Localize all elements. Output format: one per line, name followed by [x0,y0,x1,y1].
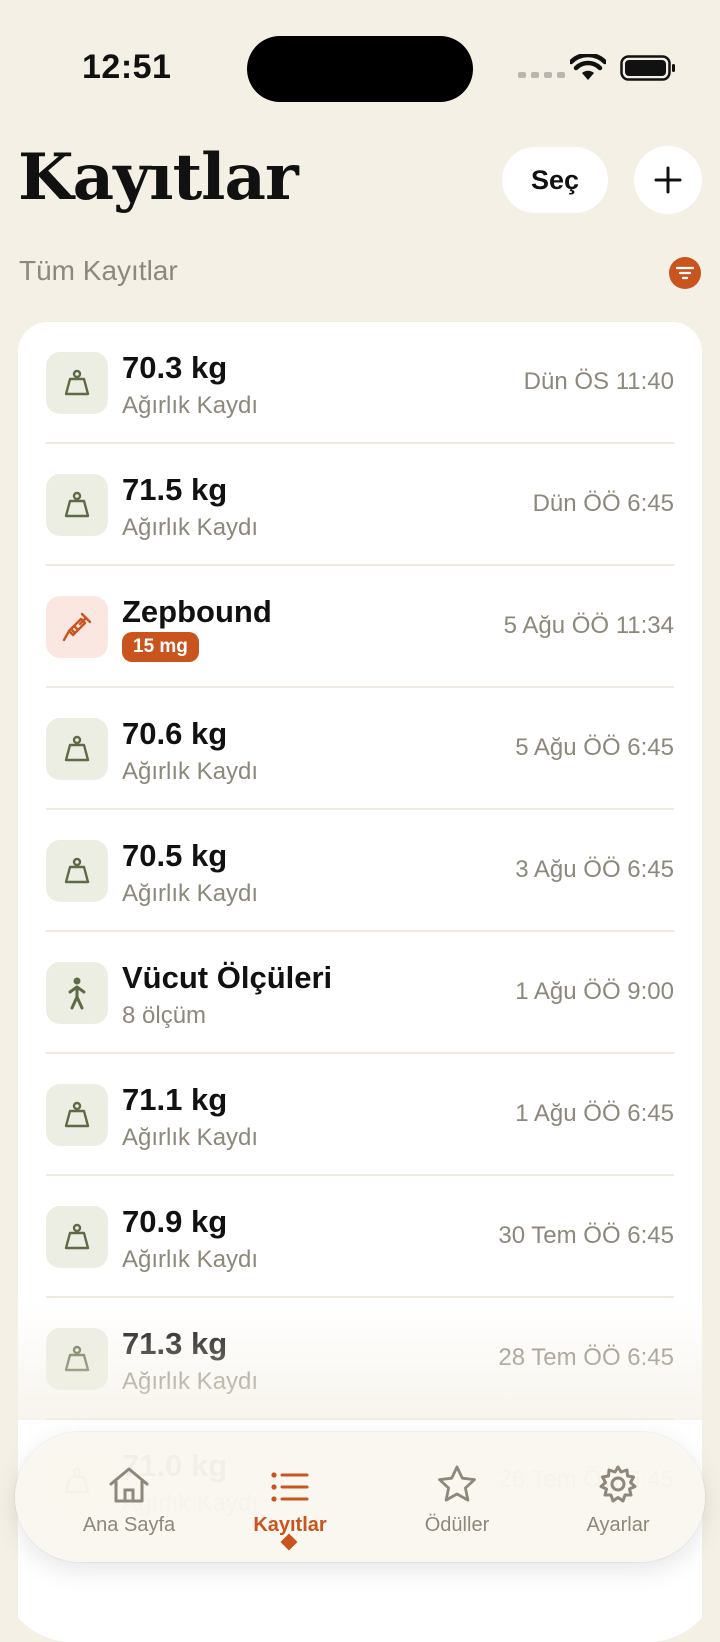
plus-icon [654,166,682,194]
list-item[interactable]: Zepbound 15 mg 5 Ağu ÖÖ 11:34 [46,566,674,688]
filter-icon [676,266,694,280]
tab-rewards[interactable]: Ödüller [382,1462,532,1537]
entry-timestamp: 30 Tem ÖÖ 6:45 [498,1222,674,1249]
entry-title: Zepbound [122,594,272,629]
list-item[interactable]: 70.5 kg Ağırlık Kaydı 3 Ağu ÖÖ 6:45 [46,810,674,932]
list-item[interactable]: 71.1 kg Ağırlık Kaydı 1 Ağu ÖÖ 6:45 [46,1054,674,1176]
battery-icon [620,55,675,81]
person-icon [68,977,86,1010]
status-time: 12:51 [82,48,172,86]
tab-home[interactable]: Ana Sayfa [54,1462,204,1537]
entry-subtitle: Ağırlık Kaydı [122,1246,259,1273]
entry-type-icon [46,962,108,1024]
list-item[interactable]: 71.5 kg Ağırlık Kaydı Dün ÖÖ 6:45 [46,444,674,566]
tab-label: Ödüller [424,1514,490,1536]
entry-title: 70.6 kg [122,716,228,751]
select-button[interactable]: Seç [502,147,608,213]
entry-timestamp: 5 Ağu ÖÖ 6:45 [515,734,674,761]
tab-bar: Ana Sayfa Kayıtlar Ödüller Ayarlar [15,1432,705,1562]
cellular-signal-icon [518,72,565,78]
scale-icon [64,857,90,884]
entry-timestamp: Dün ÖÖ 6:45 [532,490,674,517]
list-item[interactable]: 70.6 kg Ağırlık Kaydı 5 Ağu ÖÖ 6:45 [46,688,674,810]
entry-timestamp: 1 Ağu ÖÖ 6:45 [515,1100,674,1127]
entry-title: 71.1 kg [122,1082,228,1117]
entry-subtitle: Ağırlık Kaydı [122,514,259,541]
entry-title: 70.9 kg [122,1204,228,1239]
filter-button[interactable] [669,257,701,289]
house-icon [109,1467,149,1503]
star-icon [438,1465,476,1502]
list-item[interactable]: 70.9 kg Ağırlık Kaydı 30 Tem ÖÖ 6:45 [46,1176,674,1298]
gear-icon [599,1465,637,1503]
entry-type-icon [46,840,108,902]
add-entry-button[interactable] [634,146,702,214]
entry-timestamp: 1 Ağu ÖÖ 9:00 [515,978,674,1005]
tab-label: Ayarlar [586,1514,650,1536]
entry-subtitle: Ağırlık Kaydı [122,880,259,907]
entry-type-icon [46,718,108,780]
scale-icon [64,369,90,396]
entry-type-icon [46,596,108,658]
entry-title: 71.5 kg [122,472,228,507]
list-icon [271,1472,309,1502]
scale-icon [64,491,90,518]
page-title: Kayıtlar [18,140,299,215]
entry-type-icon [46,352,108,414]
syringe-icon [62,612,92,642]
entry-subtitle: Ağırlık Kaydı [122,1124,259,1151]
entry-title: 70.5 kg [122,838,228,873]
entry-timestamp: 3 Ağu ÖÖ 6:45 [515,856,674,883]
entry-subtitle: 8 ölçüm [122,1002,207,1029]
entry-timestamp: 5 Ağu ÖÖ 11:34 [503,612,674,639]
entry-subtitle: Ağırlık Kaydı [122,758,259,785]
entry-timestamp: Dün ÖS 11:40 [523,368,674,395]
tab-records[interactable]: Kayıtlar [215,1462,365,1537]
dose-badge: 15 mg [122,632,199,662]
entry-title: Vücut Ölçüleri [122,960,333,995]
dynamic-island [247,36,473,102]
entry-type-icon [46,1084,108,1146]
entry-type-icon [46,1206,108,1268]
list-fade [0,1300,720,1420]
scale-icon [64,1223,90,1250]
entry-subtitle: Ağırlık Kaydı [122,392,259,419]
tab-label: Ana Sayfa [82,1514,176,1536]
screen: 12:51 Kayıtlar Seç Tüm Kayıtlar 70.3 kg A… [0,0,720,1642]
scale-icon [64,1101,90,1128]
tab-settings[interactable]: Ayarlar [543,1462,693,1537]
entry-title: 70.3 kg [122,350,228,385]
wifi-icon [570,54,606,80]
filter-label: Tüm Kayıtlar [19,255,178,286]
entry-type-icon [46,474,108,536]
scale-icon [64,735,90,762]
list-item[interactable]: 70.3 kg Ağırlık Kaydı Dün ÖS 11:40 [46,322,674,444]
list-item[interactable]: Vücut Ölçüleri 8 ölçüm 1 Ağu ÖÖ 9:00 [46,932,674,1054]
